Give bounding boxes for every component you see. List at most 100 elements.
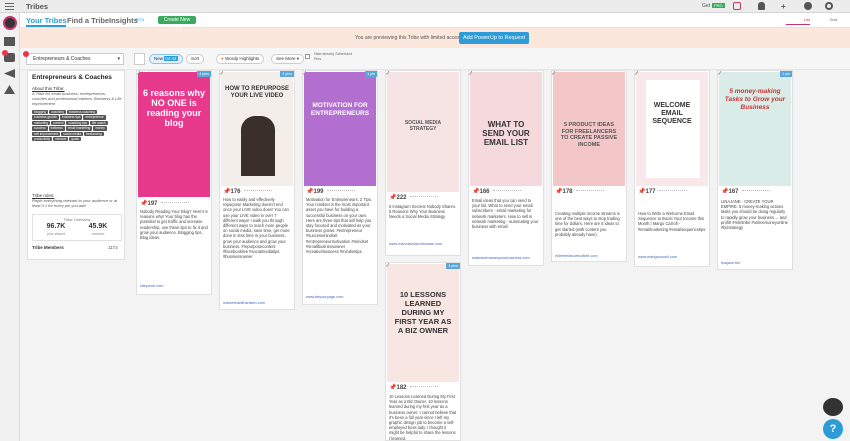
pin-domain[interactable]: siteymob.com <box>140 284 163 288</box>
pin-description: 10 Lessons Learned During My First Year … <box>389 394 457 440</box>
tribe-tag[interactable]: entrepreneur <box>83 115 106 120</box>
pin-domain[interactable]: www.beyourpage.com <box>306 295 343 299</box>
pin-card[interactable]: HOW TO REPURPOSE YOUR LIVE VIDEO 2 pins … <box>219 70 295 310</box>
tribe-tag[interactable]: business tips <box>60 115 83 120</box>
tribe-tag[interactable]: content <box>51 120 66 126</box>
add-powerup-button[interactable]: Add PowerUp to Request <box>459 32 529 44</box>
pin-image[interactable]: WELCOME EMAIL SEQUENCE <box>636 72 708 186</box>
repin-count-value: 199 <box>313 189 324 195</box>
rating-stars[interactable] <box>244 190 272 193</box>
pin-image-title: MOTIVATION FOR ENTREPRENEURS <box>310 102 370 117</box>
hide-scheduled-checkbox[interactable] <box>305 54 310 59</box>
pin-domain[interactable]: elliefreelancetoolkite.com <box>555 254 598 258</box>
view-toggle-grid[interactable]: Grid <box>813 16 837 25</box>
pin-card[interactable]: 5 money-making Tasks to Grow your Busine… <box>717 70 793 270</box>
tribe-tag[interactable]: coaching tips <box>66 120 90 126</box>
rating-stars[interactable] <box>410 386 438 389</box>
active-tab-underline <box>26 25 66 27</box>
pin-image[interactable]: HOW TO REPURPOSE YOUR LIVE VIDEO <box>221 72 293 186</box>
tab-your-tribes[interactable]: Your Tribes <box>26 16 67 25</box>
pin-card[interactable]: 5 PRODUCT IDEAS FOR FREELANCERS TO CREAT… <box>551 70 627 262</box>
tribe-tag[interactable]: business growth <box>32 115 60 120</box>
pin-image[interactable]: 6 reasons why NO ONE is reading your blo… <box>138 72 210 197</box>
upgrade-link[interactable]: Get <box>702 3 710 9</box>
gift-icon[interactable] <box>733 2 741 10</box>
pin-image[interactable]: 5 PRODUCT IDEAS FOR FREELANCERS TO CREAT… <box>553 72 625 186</box>
pin-domain[interactable]: makeadenamesyourbusiness.com <box>472 256 530 260</box>
rating-stars[interactable] <box>161 202 189 205</box>
pin-image[interactable]: WHAT TO SEND YOUR EMAIL LIST <box>470 72 542 186</box>
help-icon[interactable] <box>804 2 812 10</box>
chat-icon[interactable] <box>823 398 843 416</box>
pin-domain[interactable]: marketedwithkristen.com <box>223 301 265 305</box>
pin-ribbon: 1 pin <box>365 71 377 77</box>
tribe-tag[interactable]: self improvement <box>32 131 61 137</box>
tribe-select-value: Entrepreneurs & Coaches <box>33 56 91 62</box>
pin-card[interactable]: WHAT TO SEND YOUR EMAIL LIST 📌166 Email … <box>468 70 544 266</box>
pin-card[interactable]: 6 reasons why NO ONE is reading your blo… <box>136 70 212 295</box>
pin-description: 5 Instagram Secrets Nobody Shares. 5 Rea… <box>389 204 457 220</box>
tribe-tag[interactable]: blogging <box>32 110 49 115</box>
bell-icon[interactable] <box>758 2 765 10</box>
tribe-tag[interactable]: success <box>32 126 48 131</box>
pin-image-title: 6 reasons why NO ONE is reading your blo… <box>142 88 206 128</box>
tab-insights[interactable]: Insights <box>109 16 138 25</box>
tribe-select[interactable]: Entrepreneurs & Coaches ▾ <box>26 53 124 65</box>
pin-card[interactable]: 10 LESSONS LEARNED DURING MY FIRST YEAR … <box>385 262 461 441</box>
tribe-tag[interactable]: life coach <box>90 120 108 126</box>
pin-image[interactable]: MOTIVATION FOR ENTREPRENEURS <box>304 72 376 186</box>
pin-ribbon: 4 pins <box>197 71 211 77</box>
stat-pins-value: 96.7K <box>46 223 66 230</box>
plus-icon[interactable]: + <box>781 2 786 11</box>
rating-stars[interactable] <box>493 190 521 193</box>
tribe-tag[interactable]: marketing <box>32 120 50 126</box>
see-more-button[interactable]: See More ▾ <box>271 54 305 64</box>
tribe-tag[interactable]: coaching <box>49 110 66 115</box>
app-title: Tribes <box>26 2 49 11</box>
tribe-tag[interactable]: social media <box>61 131 83 137</box>
view-toggle-list[interactable]: List <box>786 16 810 25</box>
notice-text: You are previewing this Tribe with limit… <box>355 35 463 41</box>
megaphone-icon[interactable] <box>4 69 15 78</box>
filter-new[interactable]: New 04:42 <box>149 54 183 64</box>
pin-card[interactable]: SOCIAL MEDIA STRATEGY 📌222 5 Instagram S… <box>385 70 461 256</box>
create-new-tribe-button[interactable]: Create New Tribe <box>158 16 196 31</box>
repin-count: 📌199 <box>306 188 324 195</box>
hamburger-menu-icon[interactable] <box>5 3 14 10</box>
gear-icon[interactable] <box>825 2 833 10</box>
rating-stars[interactable] <box>327 190 355 193</box>
chevron-down-icon: ▾ <box>117 56 120 62</box>
tribes-icon[interactable] <box>4 85 15 94</box>
tribe-tag[interactable]: mindset <box>53 137 69 142</box>
pin-card[interactable]: MOTIVATION FOR ENTREPRENEURS 1 pin 📌199 … <box>302 70 378 305</box>
tribe-tag[interactable]: wellness <box>48 126 65 131</box>
tribe-tag[interactable]: freelancing <box>84 131 104 137</box>
pro-badge: PRO <box>712 3 725 8</box>
pin-image[interactable]: 10 LESSONS LEARNED DURING MY FIRST YEAR … <box>387 264 459 382</box>
rating-stars[interactable] <box>410 196 438 199</box>
pin-card[interactable]: WELCOME EMAIL SEQUENCE 📌177 How to Write… <box>634 70 710 267</box>
pin-domain[interactable]: www.marcdavidsonforcase.com <box>389 242 442 246</box>
repin-count-value: 166 <box>479 189 490 195</box>
tribe-tag[interactable]: business coaching <box>66 110 98 115</box>
tab-find-a-tribe[interactable]: Find a Tribe <box>67 16 109 25</box>
tribe-tag[interactable]: money <box>93 126 107 131</box>
tribe-tag[interactable]: goals <box>69 137 81 142</box>
overview-title: Tribe Overview <box>63 217 91 222</box>
tribe-overview-box: Tribe Overview 96.7K pins shared 45.9K r… <box>32 214 122 241</box>
pin-domain[interactable]: www.marigoooooll.com <box>638 255 677 259</box>
filter-wordpress[interactable]: ● Wordp Highlights <box>216 54 265 64</box>
rating-stars[interactable] <box>576 190 604 193</box>
pin-domain[interactable]: linajane.biz <box>721 261 740 265</box>
pin-image[interactable]: 5 money-making Tasks to Grow your Busine… <box>719 72 791 186</box>
tribe-tag[interactable]: productivity <box>32 137 53 142</box>
pin-image[interactable]: SOCIAL MEDIA STRATEGY <box>387 72 459 192</box>
rating-stars[interactable] <box>659 190 687 193</box>
rating-stars[interactable] <box>742 190 770 193</box>
help-bubble-icon[interactable]: ? <box>823 419 843 439</box>
tribe-tag[interactable]: email marketing <box>65 126 93 131</box>
filter-sort[interactable]: Sort <box>186 54 205 64</box>
avatar[interactable] <box>3 16 17 30</box>
home-icon[interactable] <box>4 37 15 46</box>
menu-lines-icon[interactable] <box>134 53 145 65</box>
